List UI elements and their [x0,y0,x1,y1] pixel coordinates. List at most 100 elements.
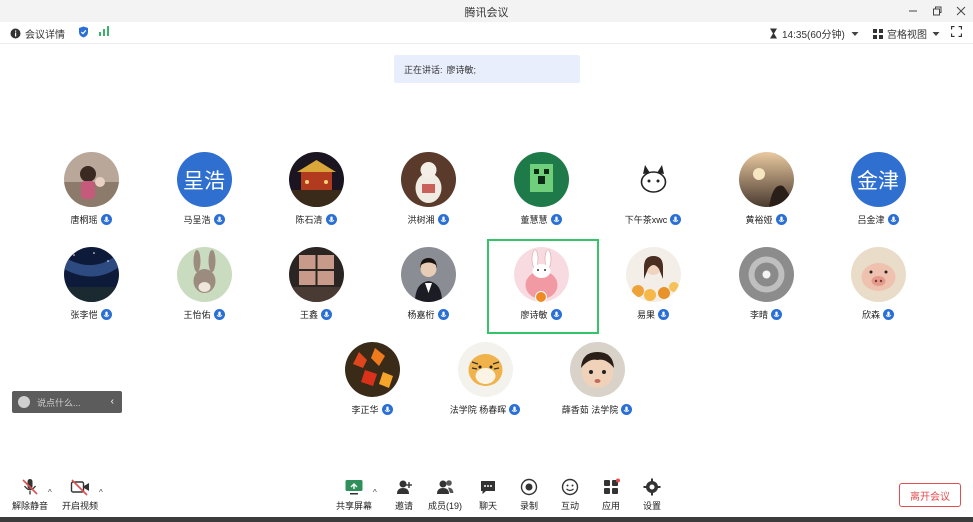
avatar [400,152,456,207]
participant-tile[interactable]: 李晴 [706,247,826,321]
microphone-icon [771,309,782,320]
participant-name: 吕金津 [857,215,885,225]
avatar [513,247,569,303]
unmute-button[interactable]: 解除静音 [7,478,53,512]
close-button[interactable] [950,2,972,20]
participant-tile[interactable]: 下午茶xwc [593,152,713,226]
participant-name: 王鑫 [299,310,318,320]
invite-label: 邀请 [394,501,413,511]
chevron-down-icon [932,31,940,37]
participant-name: 唐桐瑶 [70,215,98,225]
meeting-time: 14:35(60分钟) [782,30,845,41]
interact-button[interactable]: 互动 [547,478,593,512]
security-shield[interactable] [78,26,89,38]
chevron-left-icon[interactable]: ‹ [111,396,114,407]
participant-tile[interactable]: 洪树湘 [368,152,488,226]
chat-button[interactable]: 聊天 [465,478,511,512]
microphone-icon [775,214,787,225]
microphone-icon [550,309,562,320]
record-button[interactable]: 录制 [506,478,552,512]
meeting-timer[interactable]: 14:35(60分钟) [769,26,859,41]
avatar [738,247,794,302]
participant-name: 廖诗敏 [520,310,548,320]
taskbar-edge [0,517,973,522]
avatar [63,247,119,302]
avatar [625,247,681,302]
participant-name-row: 欣森 [862,308,894,321]
participant-tile[interactable]: 杨嘉桁 [368,247,488,321]
participant-name: 董慧慧 [520,215,548,225]
members-icon [435,478,455,496]
unmute-label: 解除静音 [11,501,48,511]
interact-icon [561,478,579,496]
chat-quick-input[interactable]: 说点什么... ‹ [12,391,122,413]
participant-name: 马呈浩 [183,215,211,225]
participant-tile[interactable]: 唐桐瑶 [31,152,151,226]
fullscreen-button[interactable] [951,26,962,37]
participant-tile[interactable]: 董慧慧 [481,152,601,226]
participant-tile-active-speaker[interactable]: 廖诗敏 [481,247,601,321]
participant-name: 张李恺 [70,310,98,320]
share-screen-button[interactable]: 共享屏幕 [331,478,377,512]
meeting-info-button[interactable]: 会议详情 [10,26,65,41]
participant-tile[interactable]: 欣森 [818,247,938,321]
meeting-window: 腾讯会议 会议详情 14:35(60分钟) 宫格视图 正在讲话: 廖诗敏; 唐桐… [0,0,973,522]
grid-view-icon [873,28,883,39]
microphone-icon [658,309,669,320]
chevron-up-icon[interactable]: ^ [99,488,103,497]
minimize-button[interactable] [902,2,924,20]
avatar-initials: 呈浩 [183,169,225,193]
participant-name-row: 李正华 [351,403,393,416]
participant-name-row: 马呈浩 [183,213,225,226]
bottom-toolbar: 解除静音 ^ 开启视频 ^ 共享屏幕 ^ 邀请 成员(19) 聊天 录制 互动 … [0,470,973,522]
invite-button[interactable]: 邀请 [381,478,427,512]
chat-placeholder: 说点什么... [37,397,81,408]
avatar [850,247,906,302]
info-bar: 会议详情 14:35(60分钟) 宫格视图 [0,22,973,44]
interact-label: 互动 [560,501,579,511]
avatar [63,152,119,207]
microphone-icon [381,404,393,415]
participant-tile[interactable]: 张李恺 [31,247,151,321]
participant-tile[interactable]: 薛香茹 法学院 [537,342,657,416]
start-video-button[interactable]: 开启视频 [57,478,103,512]
chevron-up-icon[interactable]: ^ [373,488,377,497]
participant-name-row: 洪树湘 [407,213,449,226]
participant-tile[interactable]: 李正华 [312,342,432,416]
participant-tile[interactable]: 王怡佑 [144,247,264,321]
participant-name-row: 黄裕娅 [745,213,787,226]
participant-tile[interactable]: 易果 [593,247,713,321]
apps-button[interactable]: 应用 [588,478,634,512]
avatar [738,152,794,207]
microphone-icon [887,214,899,225]
microphone-icon [100,214,112,225]
restore-button[interactable] [926,2,948,20]
avatar [176,247,232,302]
participant-name: 王怡佑 [183,310,211,320]
participant-tile[interactable]: 呈浩 马呈浩 [144,152,264,226]
microphone-icon [321,309,332,320]
chevron-up-icon[interactable]: ^ [48,488,52,497]
participant-tile[interactable]: 陈石清 [256,152,376,226]
settings-button[interactable]: 设置 [629,478,675,512]
participant-tile[interactable]: 法学院 杨春晖 [425,342,545,416]
microphone-icon [670,214,682,225]
participant-name-row: 王怡佑 [183,308,225,321]
participant-tile[interactable]: 金津 吕金津 [818,152,938,226]
avatar: 呈浩 [176,152,232,207]
participant-tile[interactable]: 黄裕娅 [706,152,826,226]
leave-meeting-button[interactable]: 离开会议 [899,483,961,507]
participant-name: 薛香茹 法学院 [561,405,619,415]
participant-name-row: 杨嘉桁 [407,308,449,321]
members-button[interactable]: 成员(19) [422,478,468,512]
title-bar: 腾讯会议 [0,0,973,22]
avatar [344,342,400,397]
participant-tile[interactable]: 王鑫 [256,247,376,321]
participant-name: 杨嘉桁 [407,310,435,320]
network-signal[interactable] [99,26,111,36]
participant-name-row: 董慧慧 [520,213,562,226]
emoji-icon [18,396,30,408]
fullscreen-icon [951,26,962,37]
avatar [400,247,456,302]
view-mode-toggle[interactable]: 宫格视图 [873,26,940,41]
